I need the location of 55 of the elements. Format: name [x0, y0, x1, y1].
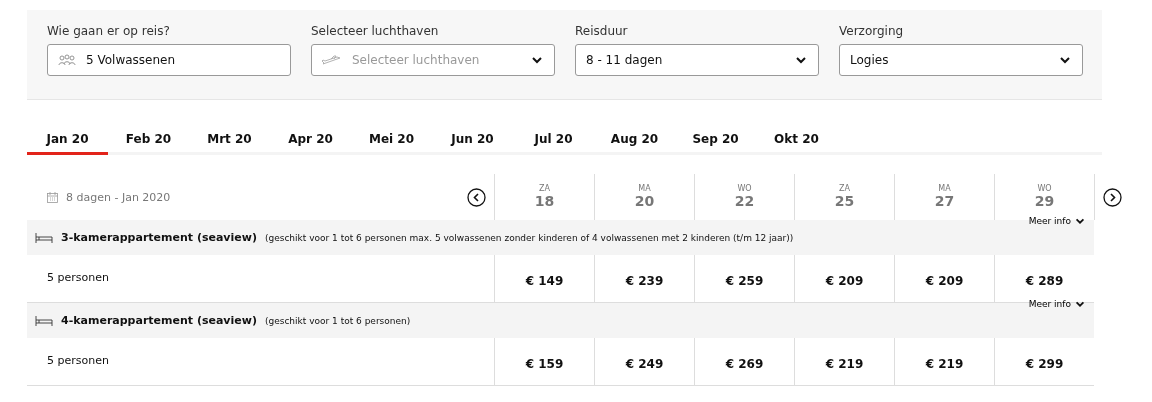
month-tab[interactable]: Jan 20	[27, 129, 108, 155]
room-name: 4-kamerappartement (seaview)	[61, 314, 257, 327]
field-label: Verzorging	[839, 24, 905, 38]
price-cell[interactable]: € 149	[494, 255, 594, 302]
weekday-label: MA	[638, 184, 651, 193]
day-number: 29	[1034, 193, 1055, 209]
month-tab[interactable]: Mrt 20	[189, 129, 270, 155]
people-icon	[58, 54, 76, 66]
dropdown[interactable]: Logies	[839, 44, 1083, 76]
month-tab[interactable]: Sep 20	[675, 129, 756, 155]
persons-text: 5 personen	[46, 270, 110, 286]
day-number: 20	[634, 193, 655, 209]
price-cell[interactable]: € 249	[594, 338, 694, 385]
next-button[interactable]	[1103, 187, 1122, 207]
price-cell[interactable]: € 219	[794, 338, 894, 385]
price-cell[interactable]: € 159	[494, 338, 594, 385]
month-tab[interactable]: Jul 20	[513, 129, 594, 155]
price-cell[interactable]: € 239	[594, 255, 694, 302]
month-tab[interactable]: Mei 20	[351, 129, 432, 155]
persons-text: 5 personen	[46, 353, 110, 369]
bed-icon	[35, 232, 53, 243]
price-cell[interactable]: € 269	[694, 338, 794, 385]
month-tab[interactable]: Feb 20	[108, 129, 189, 155]
price-cell[interactable]: € 209	[894, 255, 994, 302]
price-cell[interactable]: € 219	[894, 338, 994, 385]
period-text: 8 dagen - Jan 2020	[66, 190, 171, 204]
room-name: 3-kamerappartement (seaview)	[61, 231, 257, 244]
weekday-label: WO	[737, 184, 752, 193]
calendar-icon	[47, 191, 58, 203]
month-tab[interactable]: Jun 20	[432, 129, 513, 155]
previous-button[interactable]	[467, 187, 486, 207]
room-description: (geschikt voor 1 tot 6 personen max. 5 volwassenen zonder kinderen of 4 volwassenen met 2 kinderen (t/m 12 jaar))	[264, 232, 794, 243]
day-number: 18	[534, 193, 555, 209]
field-label: Selecteer luchthaven	[311, 24, 440, 38]
room-description: (geschikt voor 1 tot 6 personen)	[264, 315, 411, 326]
input-field[interactable]: 5 Volwassenen	[47, 44, 291, 76]
month-tab[interactable]: Apr 20	[270, 129, 351, 155]
price-cell[interactable]: € 299	[994, 338, 1094, 385]
field-label: Reisduur	[575, 24, 629, 38]
more-info-link[interactable]: Meer info	[1028, 215, 1086, 227]
weekday-label: MA	[938, 184, 951, 193]
airplane-icon	[322, 54, 342, 66]
day-number: 22	[734, 193, 755, 209]
day-number: 27	[934, 193, 955, 209]
month-tab[interactable]: Okt 20	[756, 129, 837, 155]
weekday-label: ZA	[839, 184, 850, 193]
price-cell[interactable]: € 259	[694, 255, 794, 302]
price-cell[interactable]: € 209	[794, 255, 894, 302]
weekday-label: WO	[1037, 184, 1052, 193]
dropdown[interactable]: 8 - 11 dagen	[575, 44, 819, 76]
bed-icon	[35, 315, 53, 326]
weekday-label: ZA	[539, 184, 550, 193]
day-number: 25	[834, 193, 855, 209]
field-label: Wie gaan er op reis?	[47, 24, 171, 38]
month-tab[interactable]: Aug 20	[594, 129, 675, 155]
